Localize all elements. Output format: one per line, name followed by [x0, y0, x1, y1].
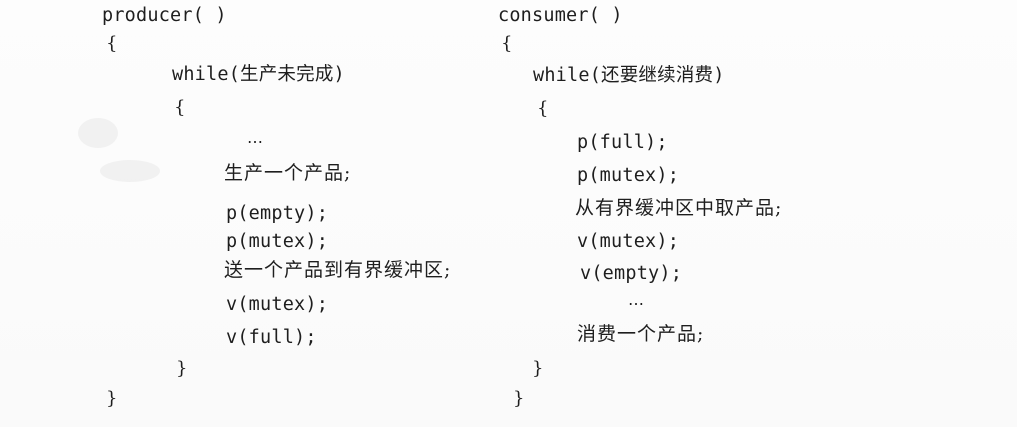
- consumer-p-mutex-line: p(mutex);: [577, 165, 680, 186]
- consumer-v-empty-line: v(empty);: [580, 263, 683, 284]
- consumer-ellipsis: …: [628, 290, 645, 309]
- consumer-consume-line: 消费一个产品;: [577, 323, 705, 345]
- consumer-open-brace: {: [501, 33, 513, 54]
- consumer-while-close-brace: }: [532, 358, 544, 379]
- consumer-close-brace: }: [513, 388, 525, 409]
- consumer-v-mutex-line: v(mutex);: [577, 231, 680, 252]
- consumer-while-line: while(还要继续消费): [533, 65, 725, 86]
- consumer-while-open-brace: {: [537, 98, 549, 119]
- scanned-page: producer( ) { while(生产未完成) { … 生产一个产品; p…: [0, 0, 1017, 427]
- consumer-function-header: consumer( ): [498, 5, 623, 26]
- consumer-code-block: consumer( ) { while(还要继续消费) { p(full); p…: [0, 0, 1017, 427]
- consumer-take-line: 从有界缓冲区中取产品;: [575, 197, 783, 219]
- consumer-p-full-line: p(full);: [577, 132, 668, 153]
